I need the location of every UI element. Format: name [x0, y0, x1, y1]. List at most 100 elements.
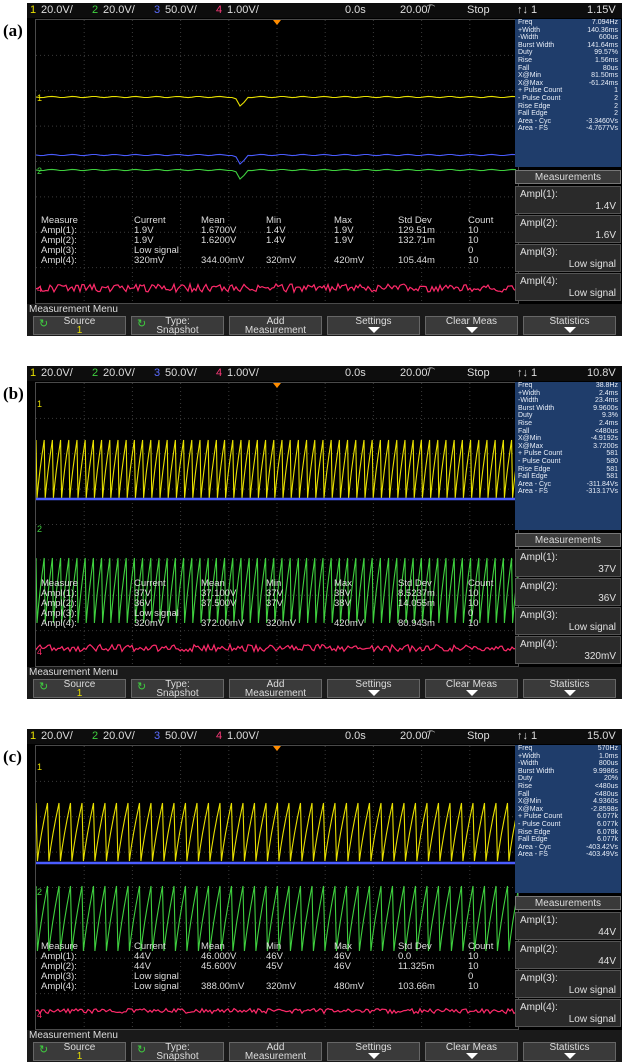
measurement-name: Ampl(3):: [520, 610, 558, 621]
clear-meas-softkey[interactable]: Clear Meas: [425, 1042, 518, 1061]
info-row: Rise Edge 581: [515, 466, 621, 474]
all-measurements-info: Freq 38.8Hz +Width 2.4ms -Width 23.4ms Burst W…: [515, 382, 621, 530]
measurement-item[interactable]: Ampl(2): 44V: [515, 941, 621, 969]
channel-3-trace: [36, 154, 516, 164]
statistics-softkey[interactable]: Statistics: [523, 1042, 616, 1061]
info-label: Area - Cyc: [518, 118, 551, 126]
channel-3-scale: 50.0V/: [165, 4, 197, 16]
info-row: X@Max -61.24ms: [515, 80, 621, 88]
info-label: Area - FS: [518, 125, 548, 133]
info-label: Area - Cyc: [518, 481, 551, 489]
info-value: 6.078k: [597, 829, 618, 837]
info-label: Fall: [518, 428, 529, 436]
channel-3-number: 3: [154, 367, 160, 379]
info-value: 20%: [604, 775, 618, 783]
settings-softkey[interactable]: Settings: [327, 316, 420, 335]
settings-softkey[interactable]: Settings: [327, 679, 420, 698]
channel-2-scale: 20.0V/: [103, 730, 135, 742]
measurement-item[interactable]: Ampl(1): 37V: [515, 549, 621, 577]
panel-label: (c): [3, 747, 22, 767]
trigger-level[interactable]: 10.8V: [587, 367, 616, 379]
softkey-label: Settings: [355, 679, 391, 690]
info-row: Rise Edge 2: [515, 103, 621, 111]
add-measurement-softkey[interactable]: Add Measurement: [229, 679, 322, 698]
info-label: X@Min: [518, 798, 541, 806]
channel-4-scale: 1.00V/: [227, 4, 259, 16]
measurement-item[interactable]: Ampl(3): Low signal: [515, 607, 621, 635]
info-row: Fall <480us: [515, 791, 621, 799]
run-state[interactable]: Stop: [467, 367, 490, 379]
info-value: 23.4ms: [595, 397, 618, 405]
info-value: <480us: [595, 783, 618, 791]
clear-meas-softkey[interactable]: Clear Meas: [425, 316, 518, 335]
info-row: Freq 570Hz: [515, 745, 621, 753]
measurement-item[interactable]: Ampl(2): 1.6V: [515, 215, 621, 243]
source-softkey[interactable]: ↻ Source 1: [33, 1042, 126, 1061]
info-label: + Pulse Count: [518, 87, 562, 95]
statistics-cell: 420mV: [334, 255, 364, 266]
info-row: + Pulse Count 6.077k: [515, 813, 621, 821]
info-value: 800us: [599, 760, 618, 768]
top-status-bar: 1 20.0V/2 20.0V/3 50.0V/4 1.00V/0.0s 20.00͡/S…: [27, 729, 622, 744]
rotate-knob-icon: ↻: [137, 320, 146, 329]
type-softkey[interactable]: ↻ Type: Snapshot: [131, 1042, 224, 1061]
source-softkey[interactable]: ↻ Source 1: [33, 679, 126, 698]
type-softkey[interactable]: ↻ Type: Snapshot: [131, 316, 224, 335]
measurement-item[interactable]: Ampl(1): 44V: [515, 912, 621, 940]
info-label: Fall: [518, 65, 529, 73]
timebase[interactable]: 20.00͡/: [400, 4, 431, 16]
measurement-item[interactable]: Ampl(4): 320mV: [515, 636, 621, 664]
info-value: 600us: [599, 34, 618, 42]
statistics-cell: 105.44m: [398, 255, 435, 266]
trigger-level[interactable]: 1.15V: [587, 4, 616, 16]
clear-meas-softkey[interactable]: Clear Meas: [425, 679, 518, 698]
info-value: 141.64ms: [587, 42, 618, 50]
info-label: - Pulse Count: [518, 821, 560, 829]
info-label: Rise: [518, 57, 532, 65]
info-value: 7.094Hz: [592, 19, 618, 27]
trigger-source: ↑↓ 1: [517, 367, 537, 379]
measurement-value: 36V: [598, 593, 616, 604]
info-value: <480us: [595, 791, 618, 799]
info-value: 6.077k: [597, 836, 618, 844]
channel-3-number: 3: [154, 730, 160, 742]
statistics-softkey[interactable]: Statistics: [523, 316, 616, 335]
statistics-softkey[interactable]: Statistics: [523, 679, 616, 698]
statistics-cell: 480mV: [334, 981, 364, 992]
measurement-item[interactable]: Ampl(4): Low signal: [515, 999, 621, 1027]
top-status-bar: 1 20.0V/2 20.0V/3 50.0V/4 1.00V/0.0s 20.00͡/S…: [27, 366, 622, 381]
measurement-item[interactable]: Ampl(2): 36V: [515, 578, 621, 606]
channel-3-number: 3: [154, 4, 160, 16]
info-value: -313.17Vs: [586, 488, 618, 496]
info-value: 2: [614, 110, 618, 118]
info-label: Fall Edge: [518, 110, 548, 118]
submenu-arrow-icon: [466, 690, 478, 696]
softkey-label: Statistics: [549, 1042, 589, 1053]
timebase[interactable]: 20.00͡/: [400, 730, 431, 742]
trigger-position-marker: [273, 20, 281, 25]
measurement-item[interactable]: Ampl(3): Low signal: [515, 244, 621, 272]
type-softkey[interactable]: ↻ Type: Snapshot: [131, 679, 224, 698]
add-measurement-softkey[interactable]: Add Measurement: [229, 1042, 322, 1061]
info-row: + Pulse Count 581: [515, 450, 621, 458]
statistics-cell: 320mV: [134, 618, 164, 629]
info-row: - Pulse Count 2: [515, 95, 621, 103]
measurement-item[interactable]: Ampl(3): Low signal: [515, 970, 621, 998]
measurement-item[interactable]: Ampl(1): 1.4V: [515, 186, 621, 214]
measurement-item[interactable]: Ampl(4): Low signal: [515, 273, 621, 301]
settings-softkey[interactable]: Settings: [327, 1042, 420, 1061]
info-label: + Pulse Count: [518, 450, 562, 458]
add-measurement-softkey[interactable]: Add Measurement: [229, 316, 322, 335]
info-value: 9.9986s: [593, 768, 618, 776]
run-state[interactable]: Stop: [467, 730, 490, 742]
trigger-level[interactable]: 15.0V: [587, 730, 616, 742]
info-row: Area - Cyc -311.84Vs: [515, 481, 621, 489]
timebase[interactable]: 20.00͡/: [400, 367, 431, 379]
run-state[interactable]: Stop: [467, 4, 490, 16]
info-row: - Pulse Count 580: [515, 458, 621, 466]
statistics-cell: 46V: [334, 961, 351, 972]
submenu-arrow-icon: [564, 690, 576, 696]
source-softkey[interactable]: ↻ Source 1: [33, 316, 126, 335]
info-row: Fall <480us: [515, 428, 621, 436]
info-value: -403.49Vs: [586, 851, 618, 859]
